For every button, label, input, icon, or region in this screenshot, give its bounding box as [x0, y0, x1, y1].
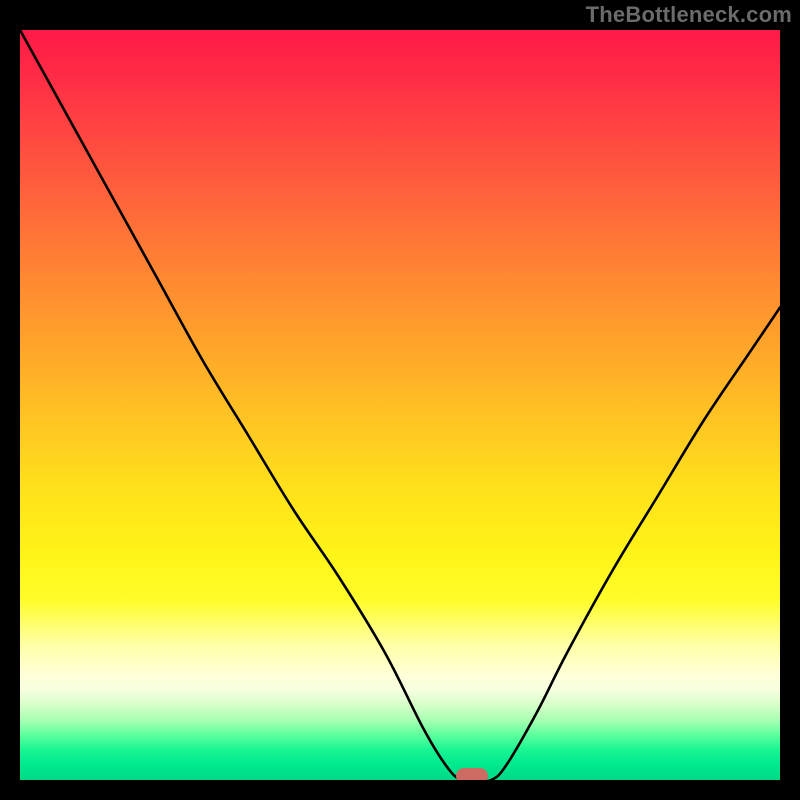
chart-frame: TheBottleneck.com [0, 0, 800, 800]
watermark-text: TheBottleneck.com [586, 2, 792, 28]
plot-area [20, 30, 780, 780]
optimal-marker [456, 768, 488, 780]
bottleneck-curve [20, 30, 780, 780]
